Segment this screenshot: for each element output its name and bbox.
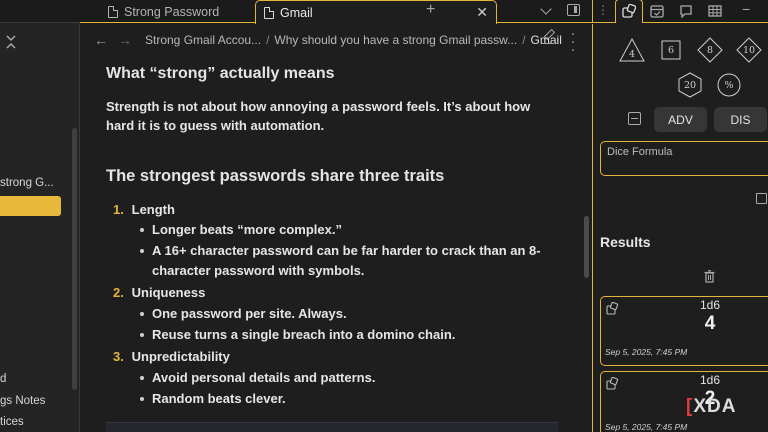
bullet-item: Random beats clever. (140, 389, 550, 409)
document-icon (108, 5, 118, 18)
d4-die-button[interactable]: 4 (619, 37, 645, 63)
sidebar-toggle-icon[interactable] (567, 4, 580, 16)
list-number: 2. (113, 285, 124, 300)
breadcrumb: Strong Gmail Accou... / Why should you h… (145, 33, 562, 47)
bullet-item: One password per site. Always. (140, 304, 550, 324)
close-icon[interactable]: ✕ (476, 4, 488, 21)
tab-gmail[interactable]: Gmail ✕ (255, 0, 497, 24)
trait-title: Uniqueness (131, 285, 206, 300)
result-card[interactable]: 1d6 2 Sep 5, 2025, 7:45 PM (600, 371, 768, 432)
result-card[interactable]: 1d6 4 Sep 5, 2025, 7:45 PM (600, 296, 768, 366)
result-timestamp: Sep 5, 2025, 7:45 PM (605, 347, 688, 357)
breadcrumb-separator: / (266, 33, 270, 47)
navigation-bar: ← → Strong Gmail Accou... / Why should y… (80, 24, 592, 57)
tab-label: Strong Password (124, 4, 220, 19)
section-heading: What “strong” actually means (106, 65, 335, 82)
more-options-icon[interactable]: · · · (570, 26, 576, 57)
minimize-icon[interactable]: − (742, 1, 756, 17)
die-label: 20 (683, 79, 697, 91)
list-number: 1. (113, 202, 124, 217)
traits-heading: The strongest passwords share three trai… (106, 167, 445, 185)
breadcrumb-separator: / (522, 33, 526, 47)
decrease-modifier-button[interactable] (628, 112, 641, 125)
comment-icon[interactable] (679, 4, 693, 18)
sidebar-item-practices[interactable]: tices (0, 416, 24, 428)
sidebar-item-active[interactable] (0, 196, 61, 216)
trait-title: Unpredictability (131, 349, 230, 364)
result-formula: 1d6 (699, 373, 721, 387)
dice-roller-icon[interactable] (622, 4, 636, 18)
bullet-item: A 16+ character password can be far hard… (140, 241, 550, 280)
save-icon[interactable] (756, 193, 767, 204)
xda-logo: [XDA (686, 396, 736, 418)
sidebar-item[interactable]: d (0, 373, 6, 385)
sidebar-scrollbar[interactable] (72, 128, 77, 390)
dice-roller-panel: 4 6 8 10 20 % ADV DIS Dice Formula Resul… (592, 24, 768, 432)
result-timestamp: Sep 5, 2025, 7:45 PM (605, 422, 688, 432)
editor-scrollbar[interactable] (584, 216, 589, 278)
breadcrumb-item[interactable]: Why should you have a strong Gmail passw… (274, 33, 517, 47)
tab-strong-password[interactable]: Strong Password (100, 0, 274, 23)
result-value: 2 (704, 388, 716, 409)
list-number: 3. (113, 349, 124, 364)
d10-die-button[interactable]: 10 (736, 37, 762, 63)
die-label: 4 (628, 48, 636, 60)
more-options-icon[interactable]: ⋮ (597, 3, 611, 17)
list-item: 1. Length (113, 202, 175, 217)
results-heading: Results (600, 234, 651, 250)
percentile-die-button[interactable]: % (716, 72, 742, 98)
advantage-button[interactable]: ADV (654, 107, 707, 132)
disadvantage-button[interactable]: DIS (714, 107, 767, 132)
bullet-item: Reuse turns a single breach into a domin… (140, 325, 550, 345)
d8-die-button[interactable]: 8 (697, 37, 723, 63)
trash-icon[interactable] (704, 270, 715, 283)
bullet-item: Longer beats “more complex.” (140, 220, 550, 240)
tab-label: Gmail (280, 5, 313, 20)
forward-arrow-icon[interactable]: → (118, 32, 132, 48)
breadcrumb-item[interactable]: Strong Gmail Accou... (145, 33, 261, 47)
d6-die-button[interactable]: 6 (658, 37, 684, 63)
back-arrow-icon[interactable]: ← (94, 32, 108, 48)
new-tab-icon[interactable]: + (426, 1, 435, 19)
die-label: % (724, 79, 734, 91)
edit-pencil-icon[interactable] (542, 33, 553, 44)
table-icon[interactable] (708, 4, 722, 18)
sidebar-header (0, 0, 80, 23)
die-label: 6 (667, 44, 675, 56)
bullet-item: Avoid personal details and patterns. (140, 368, 550, 388)
chevron-down-icon[interactable] (540, 3, 552, 15)
sidebar-item-notes[interactable]: gs Notes (0, 395, 45, 407)
tab-strip: Strong Password Gmail ✕ + (80, 0, 592, 24)
code-block (106, 422, 558, 432)
calendar-icon[interactable] (650, 4, 664, 18)
die-label: 10 (742, 44, 756, 56)
die-label: 8 (706, 44, 714, 56)
collapse-all-icon[interactable] (4, 34, 18, 50)
list-item: 3. Unpredictability (113, 349, 230, 364)
result-value: 4 (704, 313, 716, 334)
file-explorer-sidebar: strong G... d gs Notes tices (0, 0, 80, 432)
result-formula: 1d6 (699, 298, 721, 312)
logo-text: XDA (693, 396, 737, 417)
list-item: 2. Uniqueness (113, 285, 205, 300)
note-editor[interactable]: What “strong” actually means Strength is… (80, 56, 592, 432)
dice-formula-input[interactable]: Dice Formula (600, 141, 768, 176)
document-icon (264, 6, 274, 19)
d20-die-button[interactable]: 20 (677, 72, 703, 98)
sidebar-item-strong-gmail[interactable]: strong G... (0, 177, 54, 189)
right-panel-tabs: ⋮ − (592, 0, 768, 23)
intro-paragraph: Strength is not about how annoying a pas… (106, 99, 531, 133)
trait-title: Length (131, 202, 175, 217)
